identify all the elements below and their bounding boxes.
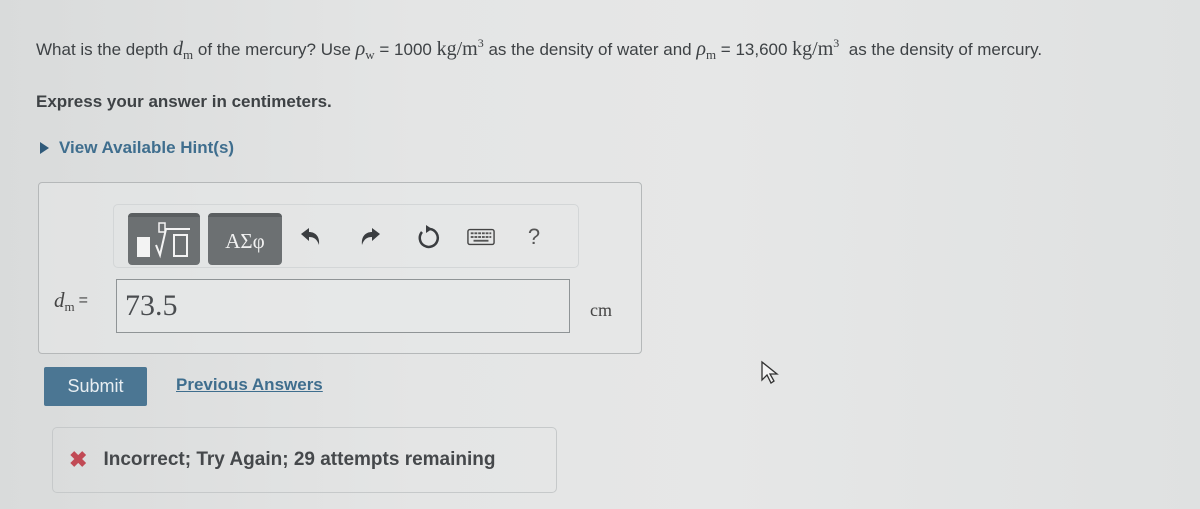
reset-button[interactable]: [414, 223, 442, 251]
previous-answers-link[interactable]: Previous Answers: [176, 375, 323, 395]
question-text-part: as the density of water and: [483, 40, 697, 59]
question-text-part: What is the depth: [36, 40, 174, 59]
hint-link-label: View Available Hint(s): [59, 138, 235, 157]
question-text-part: as the density of mercury.: [844, 40, 1043, 59]
rho-w-value: = 1000: [374, 40, 437, 59]
reset-icon: [418, 225, 439, 249]
submit-button[interactable]: Submit: [44, 367, 147, 406]
unit-kg-m3: kg/m3: [792, 36, 840, 60]
templates-button[interactable]: [128, 213, 200, 265]
keyboard-button[interactable]: [467, 223, 495, 251]
undo-icon: [301, 228, 320, 245]
x-icon: ✖: [69, 447, 88, 472]
keyboard-icon: [467, 228, 495, 246]
answer-input[interactable]: [116, 279, 570, 333]
rho-m-expression: ρm: [696, 38, 717, 62]
rho-w-expression: ρw: [355, 38, 375, 62]
expand-triangle-icon: [40, 142, 49, 154]
rho-m-value: = 13,600: [716, 40, 793, 59]
instruction-text: Express your answer in centimeters.: [36, 92, 332, 111]
mouse-cursor-icon: [761, 360, 779, 384]
view-hints-link[interactable]: View Available Hint(s): [40, 138, 234, 158]
var-dm: dm: [173, 38, 194, 62]
question-text-part: of the mercury? Use: [193, 40, 356, 59]
greek-symbols-button[interactable]: ΑΣφ: [208, 213, 282, 265]
feedback-box: ✖ Incorrect; Try Again; 29 attempts rema…: [52, 427, 557, 493]
question-text: What is the depth dm of the mercury? Use…: [36, 28, 1176, 70]
math-toolbar: ΑΣφ ?: [113, 204, 579, 268]
unit-kg-m3: kg/m3: [436, 36, 484, 60]
templates-icon: [137, 222, 190, 259]
redo-button[interactable]: [356, 223, 384, 251]
answer-label: dm =: [54, 288, 88, 314]
undo-button[interactable]: [297, 223, 325, 251]
help-button[interactable]: ?: [520, 223, 548, 251]
unit-label: cm: [590, 300, 612, 320]
feedback-message: Incorrect; Try Again; 29 attempts remain…: [103, 449, 496, 470]
redo-icon: [361, 228, 380, 245]
